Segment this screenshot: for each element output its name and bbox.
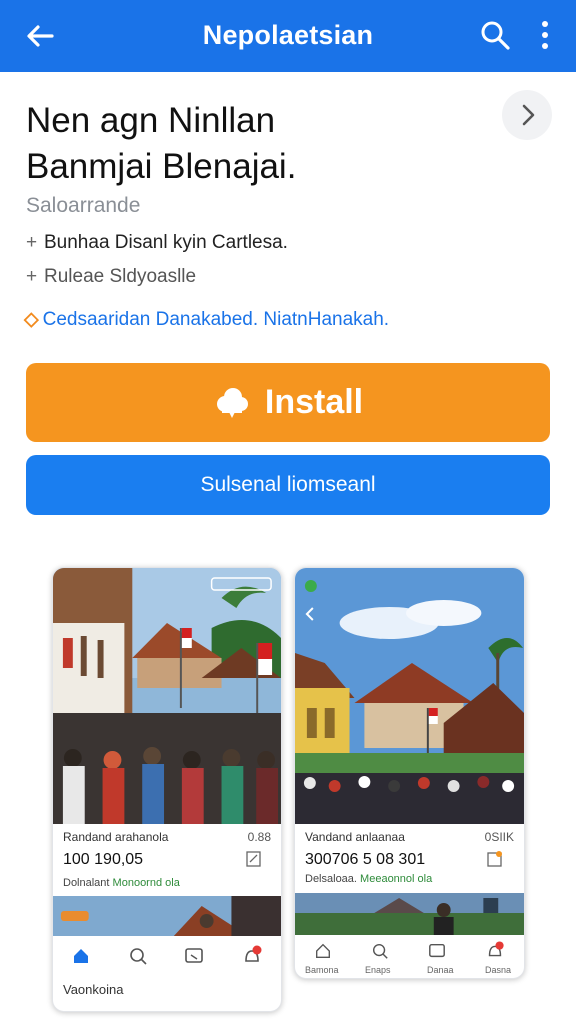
plus-icon: +: [26, 232, 38, 253]
screenshot-card-1[interactable]: Randand arahanola 0.88 100 190,05 Dolnal…: [52, 567, 282, 1012]
screenshot-photo-1: [53, 568, 281, 824]
screenshot-caption-1: Randand arahanola: [63, 830, 169, 844]
meta-text-1: Bunhaa Disanl kyin Cartlesa.: [44, 232, 288, 253]
info-link-text: Cedsaaridan Danakabed. NiatnHanakah.: [42, 309, 390, 330]
screenshot-meta-label-2: Delsaloaa.: [305, 873, 357, 885]
meta-row-1: + Bunhaa Disanl kyin Cartlesa.: [26, 232, 288, 254]
screenshot-card-2[interactable]: Vandand anlaanaa 0SIIK 300706 5 08 301 D…: [294, 567, 525, 979]
screenshot-meta-label-1: Dolnalant: [63, 877, 110, 889]
install-label: Install: [264, 383, 364, 421]
developer-name[interactable]: Saloarrande: [26, 194, 140, 218]
search-icon: [129, 948, 147, 965]
search-icon[interactable]: [478, 18, 512, 52]
diamond-icon: ◇: [24, 309, 39, 330]
info-link[interactable]: ◇ Cedsaaridan Danakabed. NiatnHanakah.: [24, 308, 389, 331]
secondary-button[interactable]: Sulsenal liomseanl: [26, 455, 550, 515]
nav-label-notifications: Dasna: [485, 965, 512, 975]
chat-icon: [428, 943, 445, 958]
edit-icon: [487, 851, 502, 867]
notification-icon: [244, 945, 262, 962]
screenshot-strip-1: [53, 896, 281, 938]
nav-label-home: Bamona: [305, 965, 339, 975]
nav-label-chat: Danaa: [427, 965, 454, 975]
app-name-line-2: Banmjai Blenajai.: [26, 147, 297, 186]
screenshot-meta-green-1: Monoornd ola: [112, 877, 180, 889]
more-vertical-icon[interactable]: [534, 18, 556, 52]
screenshot-meta-2: Delsaloaa. Meeaonnol ola: [305, 873, 432, 885]
chat-icon: [185, 948, 204, 963]
home-icon: [74, 949, 89, 963]
meta-row-2: + Ruleae Sldyoaslle: [26, 266, 196, 288]
chevron-right-icon: [522, 104, 535, 126]
home-icon: [316, 943, 331, 958]
screenshot-nav-1: [53, 936, 281, 976]
screenshot-meta-green-2: Meeaonnol ola: [360, 873, 433, 885]
screenshot-nav-2: [295, 935, 524, 967]
screenshot-meta-1: Dolnalant Monoornd ola: [63, 877, 180, 889]
notification-icon: [488, 941, 504, 957]
plus-icon: +: [26, 266, 38, 287]
app-name: Nen agn Ninllan Banmjai Blenajai.: [26, 98, 496, 190]
search-icon: [373, 943, 388, 959]
screenshot-nav-label-1: Vaonkoina: [63, 982, 124, 997]
nav-label-search: Enaps: [365, 965, 391, 975]
screenshot-caption-2: Vandand anlaanaa: [305, 830, 405, 844]
meta-text-2: Ruleae Sldyoaslle: [44, 266, 197, 287]
cloud-icon: [216, 387, 248, 418]
screenshot-strip-2: [295, 893, 524, 935]
screenshot-photo-2: [295, 568, 524, 824]
screenshot-price-1: 100 190,05: [63, 851, 144, 868]
screenshot-price-2: 300706 5 08 301: [305, 851, 426, 868]
install-button[interactable]: Install: [26, 363, 550, 442]
app-bar: Nepolaetsian: [0, 0, 576, 72]
screenshot-caption-right-1: 0.88: [247, 830, 271, 844]
edit-icon: [246, 851, 261, 867]
app-name-line-1: Nen agn Ninllan: [26, 101, 276, 140]
details-button[interactable]: [502, 90, 552, 140]
screenshot-caption-right-2: 0SIIK: [484, 830, 514, 844]
